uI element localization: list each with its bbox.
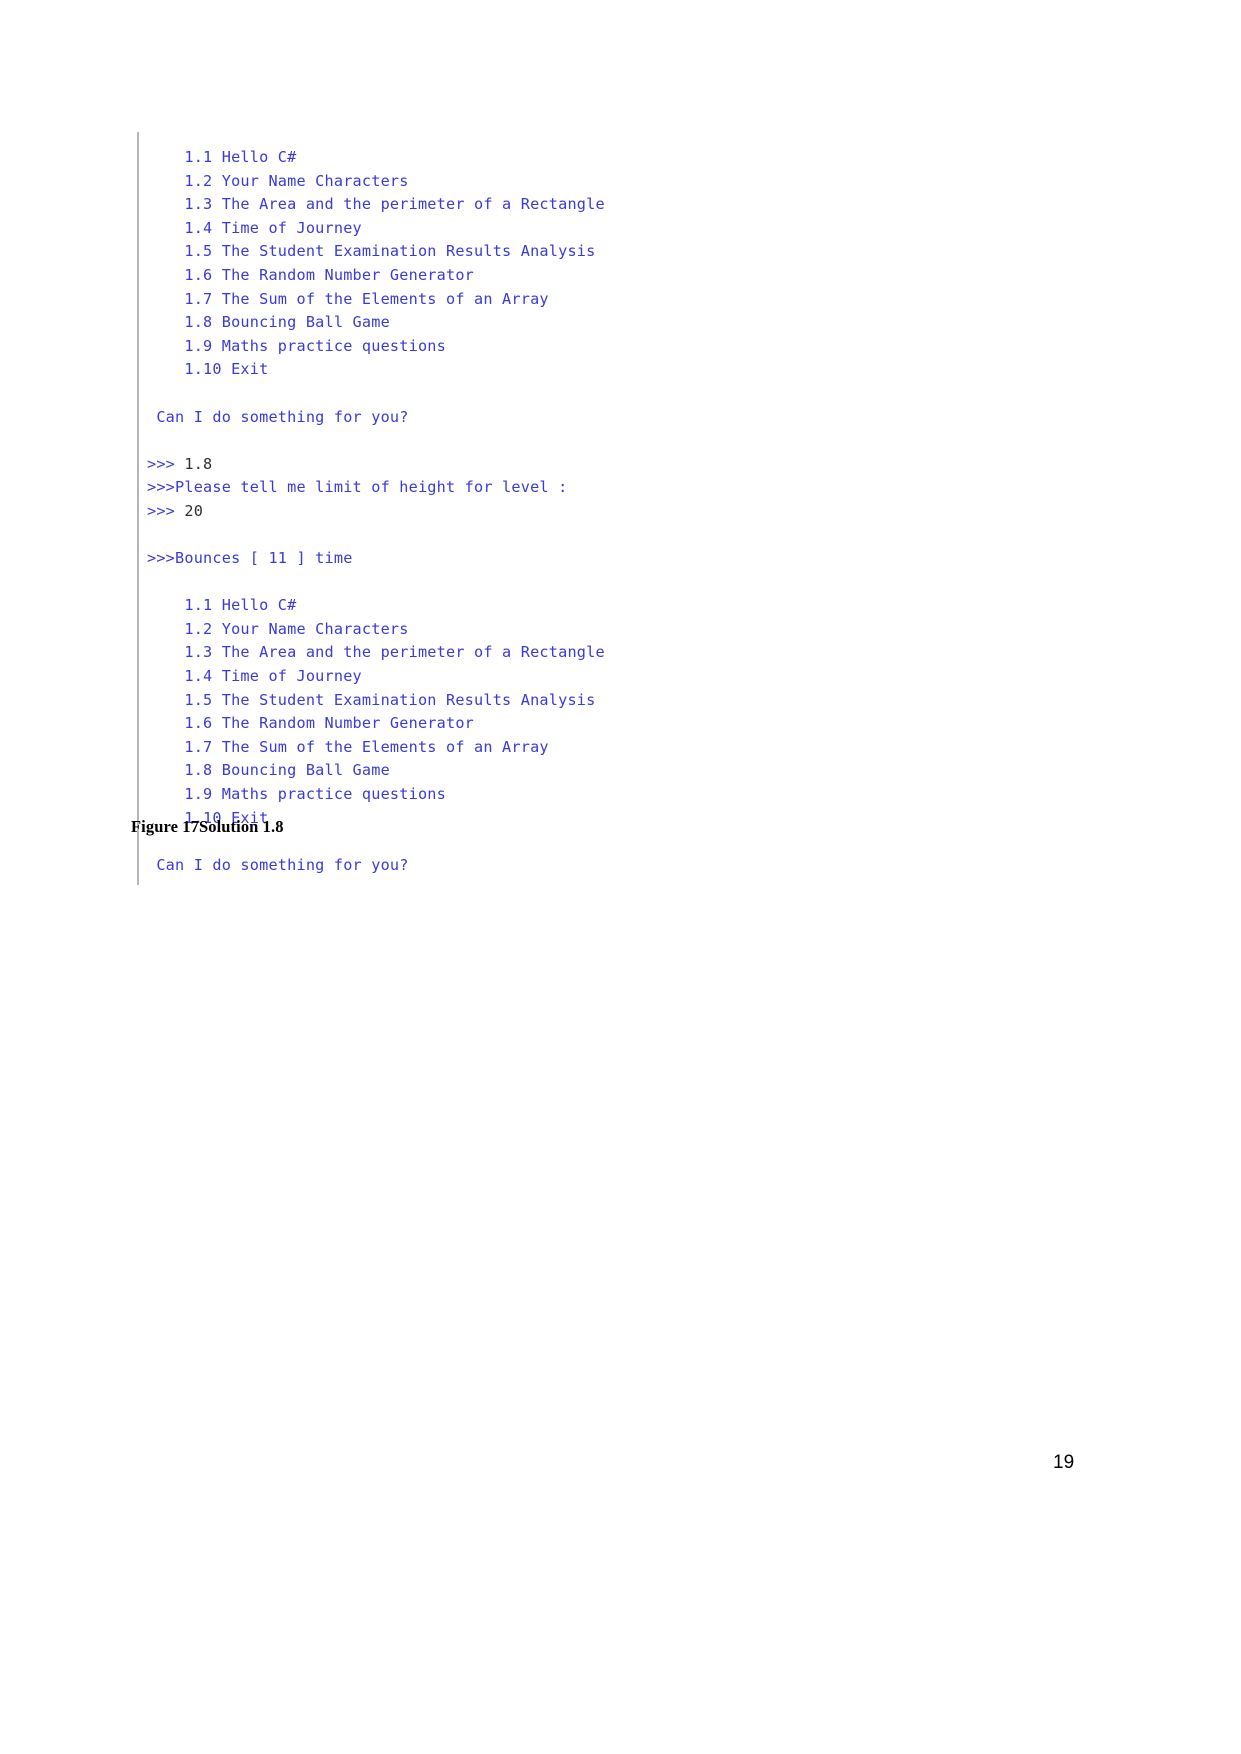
console-menu-line: 1.4 Time of Journey <box>147 667 362 686</box>
console-menu-line: 1.5 The Student Examination Results Anal… <box>147 242 596 261</box>
console-output-block: 1.1 Hello C# 1.2 Your Name Characters 1.… <box>137 132 897 886</box>
console-input-line: >>> 1.8 <box>139 453 897 477</box>
console-menu-line: 1.8 Bouncing Ball Game <box>147 761 390 780</box>
console-menu-line: 1.1 Hello C# <box>147 148 297 166</box>
console-menu-line: 1.4 Time of Journey <box>147 218 362 237</box>
console-menu-line: 1.1 Hello C# <box>147 596 297 615</box>
console-menu-line: 1.9 Maths practice questions <box>147 336 446 355</box>
console-menu-line: 1.9 Maths practice questions <box>147 785 446 804</box>
console-user-input: 1.8 <box>184 454 213 473</box>
console-menu-line: 1.7 The Sum of the Elements of an Array <box>147 289 549 308</box>
document-page: 1.1 Hello C# 1.2 Your Name Characters 1.… <box>0 0 1241 1754</box>
console-menu-line: 1.7 The Sum of the Elements of an Array <box>147 737 549 756</box>
console-output-line: >>>Bounces [ 11 ] time <box>147 549 353 568</box>
console-prompt: >>> <box>147 454 185 473</box>
console-prompt: >>> <box>147 501 185 520</box>
page-number: 19 <box>1053 1452 1075 1473</box>
console-output-line: Can I do something for you? <box>147 855 409 874</box>
console-menu-line: 1.2 Your Name Characters <box>147 619 409 638</box>
console-input-line: >>> 20 <box>139 500 897 524</box>
console-menu-line: 1.8 Bouncing Ball Game <box>147 313 390 332</box>
console-menu-line: 1.3 The Area and the perimeter of a Rect… <box>147 643 605 662</box>
console-menu-line: 1.5 The Student Examination Results Anal… <box>147 690 596 709</box>
console-output-line: >>>Please tell me limit of height for le… <box>147 478 568 497</box>
console-user-input: 20 <box>184 501 204 520</box>
figure-caption: Figure 17Solution 1.8 <box>131 817 284 836</box>
console-output-line: Can I do something for you? <box>147 407 409 426</box>
console-menu-line: 1.10 Exit <box>147 360 269 379</box>
console-menu-line: 1.6 The Random Number Generator <box>147 714 475 733</box>
console-menu-line: 1.2 Your Name Characters <box>147 171 409 190</box>
console-menu-line: 1.3 The Area and the perimeter of a Rect… <box>147 195 605 214</box>
console-menu-line: 1.6 The Random Number Generator <box>147 265 475 284</box>
